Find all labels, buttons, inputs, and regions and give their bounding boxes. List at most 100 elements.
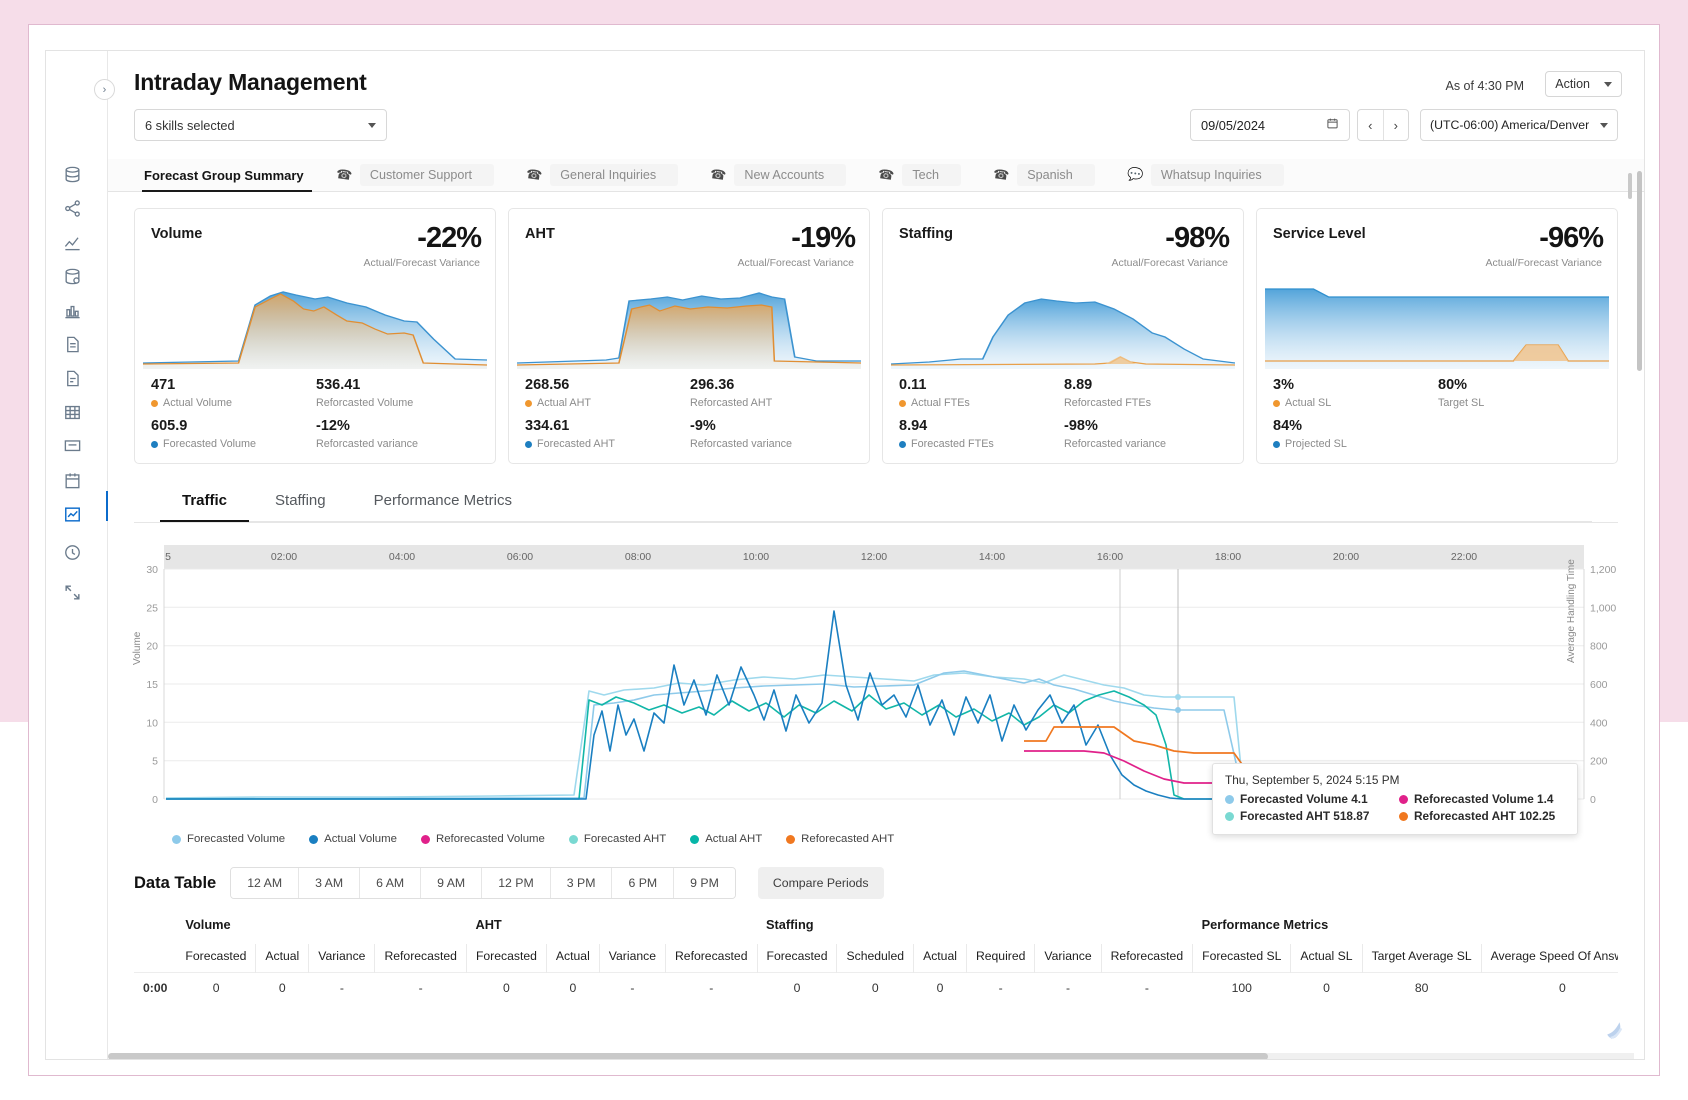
svg-text:5: 5 <box>165 551 171 563</box>
tab-general-inquiries[interactable]: ☎ General Inquiries <box>510 159 694 191</box>
time-button-12am[interactable]: 12 AM <box>231 868 300 898</box>
time-button-9pm[interactable]: 9 PM <box>674 868 735 898</box>
skills-select[interactable]: 6 skills selected <box>134 109 387 141</box>
column-header[interactable]: Actual <box>913 944 967 973</box>
svg-text:0: 0 <box>152 794 158 806</box>
time-button-3pm[interactable]: 3 PM <box>550 868 613 898</box>
data-table-header: Data Table 12 AM 3 AM 6 AM 9 AM 12 PM 3 … <box>108 845 1644 899</box>
tab-customer-support[interactable]: ☎ Customer Support <box>320 159 510 191</box>
stat-label: Forecasted Volume <box>163 438 257 450</box>
tab-new-accounts[interactable]: ☎ New Accounts <box>694 159 862 191</box>
phone-icon: ☎ <box>992 165 1011 184</box>
kpi-card-staffing[interactable]: Staffing -98% Actual/Forecast Variance 0… <box>882 208 1244 464</box>
collapse-arrows-icon[interactable] <box>59 579 85 605</box>
card-variance-percent: -98% <box>1165 222 1230 254</box>
tab-whatsup-inquiries[interactable]: 💬 Whatsup Inquiries <box>1111 159 1300 191</box>
calendar-icon[interactable] <box>59 467 85 493</box>
group-header-aht: AHT <box>475 917 502 932</box>
svg-text:20: 20 <box>146 641 158 653</box>
tab-staffing[interactable]: Staffing <box>253 482 348 521</box>
tab-label: Performance Metrics <box>373 492 512 509</box>
cell: 0 <box>176 972 256 1000</box>
column-header[interactable]: Reforecasted <box>1101 944 1194 973</box>
app-shell: › Intraday Management As of 4:30 PM Acti… <box>45 50 1645 1060</box>
column-header[interactable]: Variance <box>308 944 376 973</box>
column-header[interactable]: Scheduled <box>836 944 915 973</box>
stat-label: Actual SL <box>1285 397 1332 409</box>
intraday-management-icon[interactable] <box>59 501 85 527</box>
legend-item-forecasted-volume[interactable]: Forecasted Volume <box>172 833 285 845</box>
column-header[interactable]: Actual <box>546 944 600 973</box>
cell: 0 <box>757 972 837 1000</box>
next-day-button[interactable]: › <box>1384 110 1409 140</box>
table-row[interactable]: 0:00 0 0 - - 0 0 - - 0 0 0 - - - 100 0 8… <box>134 972 1618 1000</box>
kpi-card-volume[interactable]: Volume -22% Actual/Forecast Variance 471… <box>134 208 496 464</box>
skill-tab-bar: Forecast Group Summary ☎ Customer Suppor… <box>108 159 1644 199</box>
sparkline-aht <box>517 277 861 369</box>
time-button-12pm[interactable]: 12 PM <box>482 868 551 898</box>
svg-text:14:00: 14:00 <box>979 551 1005 563</box>
time-button-6pm[interactable]: 6 PM <box>612 868 675 898</box>
action-button[interactable]: Action <box>1545 71 1622 97</box>
svg-text:18:00: 18:00 <box>1215 551 1241 563</box>
tab-performance-metrics[interactable]: Performance Metrics <box>352 482 534 521</box>
column-header[interactable]: Average Speed Of Answer <box>1481 944 1618 973</box>
sidebar-expand-button[interactable]: › <box>94 79 115 100</box>
database-icon[interactable] <box>59 161 85 187</box>
kpi-card-aht[interactable]: AHT -19% Actual/Forecast Variance 268.56… <box>508 208 870 464</box>
tabs-scrollbar[interactable] <box>1628 173 1632 199</box>
traffic-chart[interactable]: Volume Average Handling Time 0 5 10 15 2… <box>132 545 1618 845</box>
tab-traffic[interactable]: Traffic <box>160 482 250 522</box>
svg-text:30: 30 <box>146 564 158 576</box>
compare-periods-button[interactable]: Compare Periods <box>757 867 884 899</box>
legend-item-actual-aht[interactable]: Actual AHT <box>690 833 762 845</box>
time-button-3am[interactable]: 3 AM <box>299 868 361 898</box>
column-header[interactable]: Reforecasted <box>374 944 467 973</box>
column-header[interactable]: Forecasted <box>176 944 257 973</box>
tab-forecast-group-summary[interactable]: Forecast Group Summary <box>134 159 320 192</box>
timezone-select[interactable]: (UTC-06:00) America/Denver <box>1420 109 1618 141</box>
legend-item-reforecasted-volume[interactable]: Reforecasted Volume <box>420 833 545 845</box>
clock-analytics-icon[interactable] <box>59 539 85 565</box>
prev-day-button[interactable]: ‹ <box>1358 110 1384 140</box>
bar-chart-icon[interactable] <box>59 297 85 323</box>
column-header[interactable]: Target Average SL <box>1362 944 1482 973</box>
presentation-icon[interactable] <box>59 433 85 459</box>
document-alt-icon[interactable] <box>59 365 85 391</box>
vertical-scrollbar-thumb[interactable] <box>1637 171 1642 371</box>
column-header[interactable]: Forecasted <box>757 944 838 973</box>
column-header[interactable]: Actual <box>255 944 310 973</box>
time-button-9am[interactable]: 9 AM <box>421 868 483 898</box>
calendar-icon[interactable] <box>1326 117 1339 133</box>
legend-item-reforecasted-aht[interactable]: Reforecasted AHT <box>786 833 894 845</box>
share-nodes-icon[interactable] <box>59 195 85 221</box>
stat-label: Target SL <box>1438 397 1485 409</box>
legend-item-forecasted-aht[interactable]: Forecasted AHT <box>568 833 666 845</box>
stat-value: 84% <box>1273 418 1303 434</box>
column-header[interactable]: Actual SL <box>1290 944 1363 973</box>
trend-chart-icon[interactable] <box>59 229 85 255</box>
column-header[interactable]: Variance <box>599 944 667 973</box>
cell: 0 <box>546 972 600 1000</box>
date-input[interactable]: 09/05/2024 <box>1190 109 1350 141</box>
column-header[interactable]: Variance <box>1034 944 1102 973</box>
tab-tech[interactable]: ☎ Tech <box>862 159 977 191</box>
legend-item-actual-volume[interactable]: Actual Volume <box>309 833 397 845</box>
card-variance-percent: -22% <box>417 222 482 254</box>
date-nav: ‹ › <box>1357 109 1409 141</box>
table-grid-icon[interactable] <box>59 399 85 425</box>
column-header[interactable]: Reforecasted <box>665 944 758 973</box>
column-header[interactable]: Forecasted SL <box>1192 944 1292 973</box>
tooltip-row-forecasted-aht: Forecasted AHT 518.87 <box>1225 809 1391 823</box>
document-icon[interactable] <box>59 331 85 357</box>
column-header[interactable]: Required <box>966 944 1036 973</box>
stat-label: Reforcasted Volume <box>316 397 414 409</box>
time-button-6am[interactable]: 6 AM <box>360 868 422 898</box>
tab-spanish[interactable]: ☎ Spanish <box>977 159 1111 191</box>
cell: - <box>966 972 1035 1000</box>
legend-dot <box>568 834 578 844</box>
column-header[interactable]: Forecasted <box>466 944 547 973</box>
kpi-card-service-level[interactable]: Service Level -96% Actual/Forecast Varia… <box>1256 208 1618 464</box>
horizontal-scrollbar-thumb[interactable] <box>108 1053 1268 1059</box>
server-icon[interactable] <box>59 263 85 289</box>
